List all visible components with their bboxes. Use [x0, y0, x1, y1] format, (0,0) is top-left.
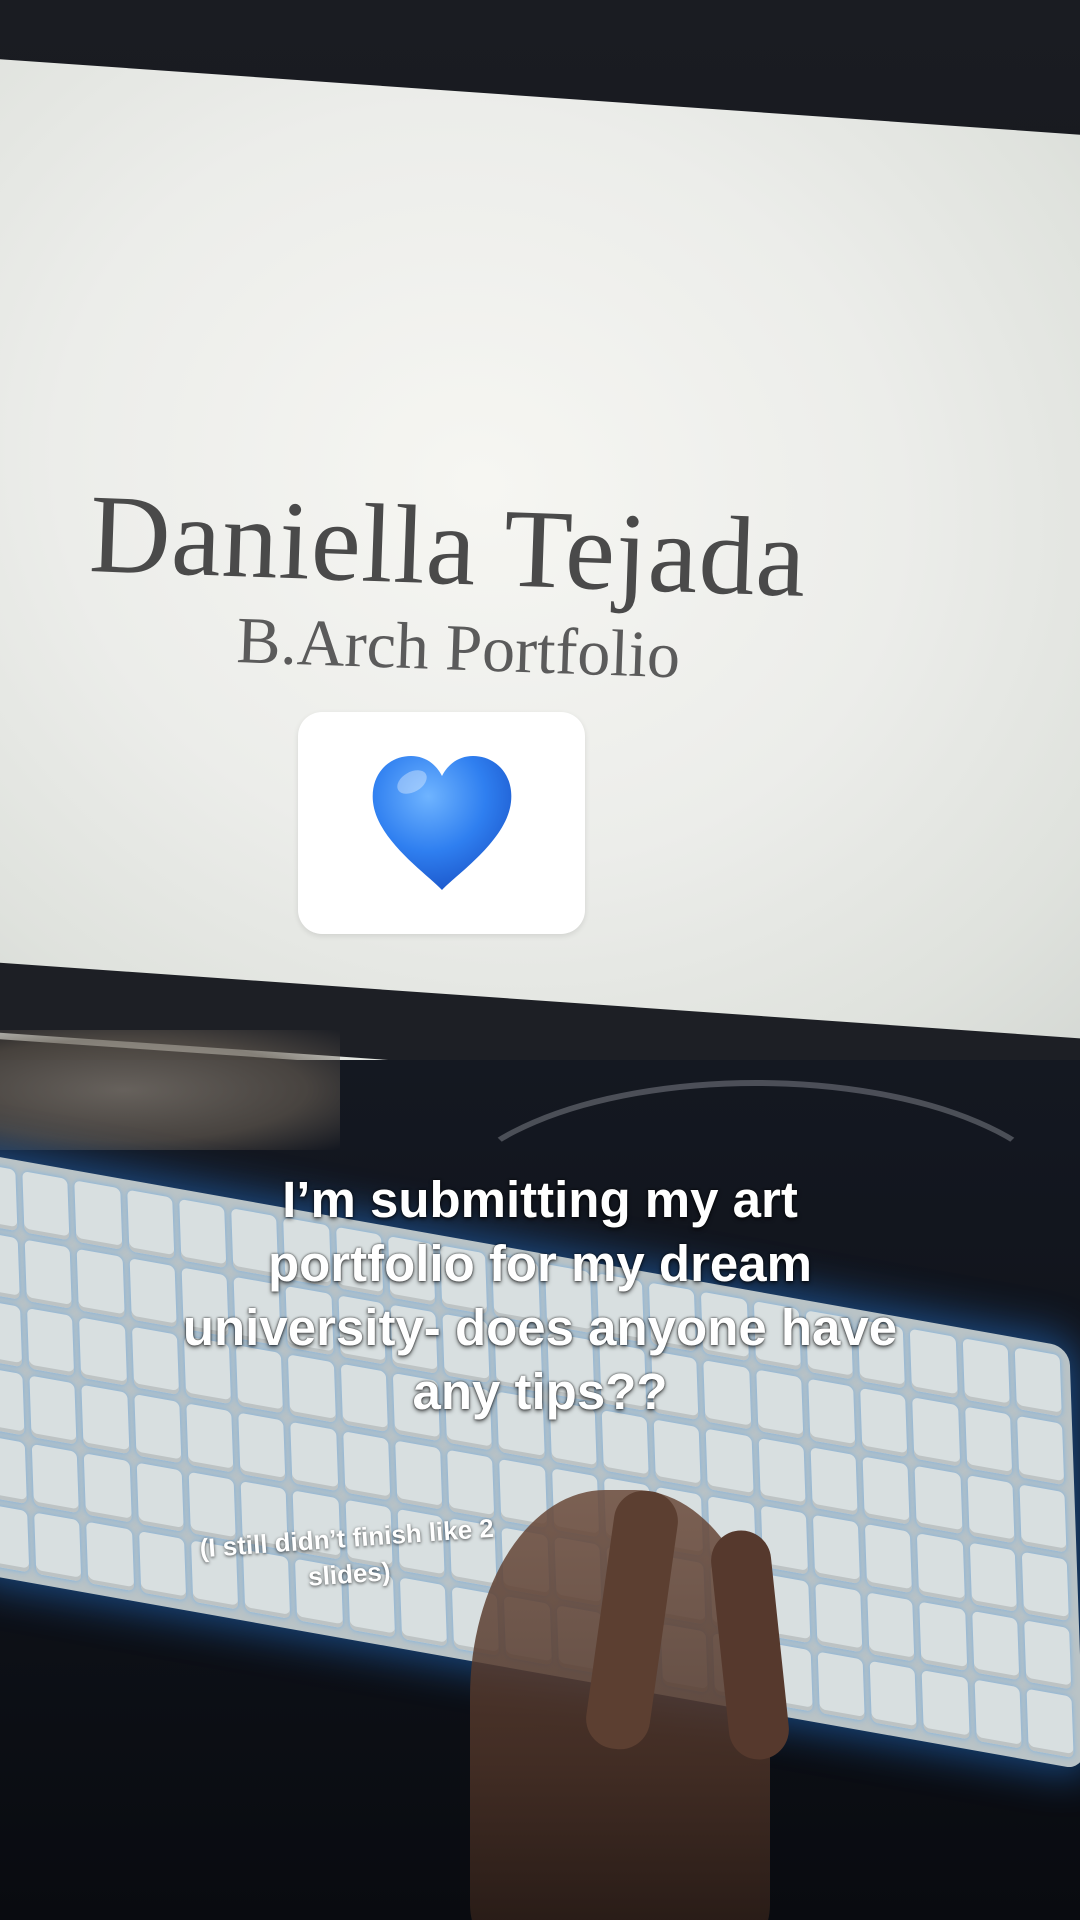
slide-subtitle: B.Arch Portfolio	[235, 603, 682, 693]
keycap	[812, 1515, 861, 1585]
keycap	[77, 1248, 125, 1318]
keycap	[0, 1435, 28, 1505]
blue-heart-icon	[372, 756, 511, 890]
keycap	[962, 1338, 1010, 1408]
keycap	[22, 1171, 70, 1241]
keycap	[815, 1583, 863, 1653]
keycap	[395, 1440, 443, 1511]
keycap	[1019, 1483, 1067, 1554]
keycap	[24, 1239, 73, 1309]
keycap	[919, 1601, 967, 1672]
keycap	[917, 1533, 965, 1603]
keycap	[1016, 1415, 1065, 1485]
keycap	[79, 1316, 127, 1387]
keycap	[974, 1679, 1022, 1749]
photo-scene: Daniella Tejada B.Arch Portfolio I’m sub…	[0, 0, 1080, 1920]
keycap	[34, 1512, 82, 1582]
keycap	[864, 1524, 913, 1594]
keycap	[1023, 1620, 1072, 1690]
keycap	[126, 1189, 175, 1259]
keycap	[969, 1542, 1017, 1613]
keycap	[32, 1444, 80, 1514]
keycap	[290, 1422, 339, 1492]
keycap	[1014, 1347, 1062, 1417]
keycap	[0, 1366, 25, 1436]
caption-main: I’m submitting my art portfolio for my d…	[182, 1171, 898, 1420]
keycap	[29, 1375, 77, 1446]
keycap	[74, 1180, 123, 1250]
keycap	[705, 1428, 754, 1498]
keycap	[964, 1406, 1012, 1476]
keycap	[81, 1385, 130, 1455]
keycap	[131, 1326, 180, 1396]
keycap	[862, 1456, 910, 1526]
keycap	[447, 1450, 495, 1520]
keycap	[86, 1521, 134, 1592]
keycap	[0, 1503, 30, 1573]
keycap	[653, 1418, 702, 1489]
keycap	[912, 1397, 960, 1467]
keycap	[914, 1465, 963, 1535]
slide-title: Daniella Tejada	[87, 471, 809, 621]
keycap	[966, 1474, 1015, 1544]
keycap	[817, 1651, 865, 1721]
heart-sticker	[298, 712, 585, 934]
keycap	[0, 1161, 18, 1232]
keycap	[758, 1437, 806, 1507]
fabric-item	[0, 1030, 340, 1150]
keycap	[1021, 1552, 1069, 1622]
keycap	[136, 1462, 184, 1533]
keycap	[867, 1592, 915, 1662]
keycap	[1026, 1688, 1074, 1759]
keycap	[921, 1670, 970, 1740]
keycap	[134, 1394, 182, 1464]
keycap	[810, 1446, 858, 1517]
keycap	[869, 1660, 918, 1731]
keycap	[910, 1328, 958, 1399]
keycap	[342, 1431, 391, 1501]
keycap	[0, 1298, 23, 1368]
keycap	[129, 1257, 177, 1328]
keycap	[27, 1307, 75, 1377]
keycap	[84, 1453, 132, 1523]
keycap	[0, 1230, 21, 1300]
keycap	[971, 1611, 1020, 1681]
